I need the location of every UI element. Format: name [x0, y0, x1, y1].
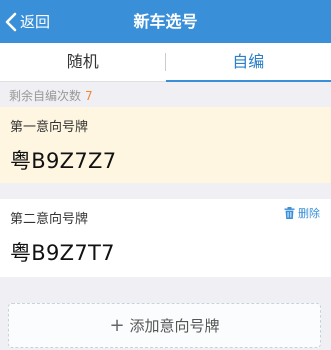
tab-bar: 随机 自编 [0, 43, 331, 82]
back-label: 返回 [20, 13, 51, 31]
tab-custom[interactable]: 自编 [165, 43, 331, 82]
remaining-info: 剩余自编次数 7 [9, 87, 93, 104]
remaining-label: 剩余自编次数 [9, 89, 82, 103]
choice-label-second: 第二意向号牌 [10, 212, 89, 227]
delete-button[interactable]: 删除 [284, 205, 320, 221]
choice-card-second[interactable]: 第二意向号牌 删除 粤B9Z7T7 [0, 199, 331, 277]
add-choice-button[interactable]: + 添加意向号牌 [8, 303, 321, 348]
choice-card-first[interactable]: 第一意向号牌 粤B9Z7Z7 [0, 107, 331, 183]
back-button[interactable]: 返回 [4, 0, 50, 43]
add-choice-label: 添加意向号牌 [129, 317, 220, 335]
plus-icon: + [109, 315, 125, 336]
delete-label: 删除 [298, 207, 320, 220]
trash-icon [284, 207, 298, 219]
nav-header: 返回 新车选号 [0, 0, 331, 43]
remaining-count: 7 [85, 89, 93, 103]
plate-number-first: 粤B9Z7Z7 [10, 149, 117, 173]
tab-divider [165, 53, 166, 71]
chevron-left-icon [4, 12, 18, 32]
plate-number-second: 粤B9Z7T7 [10, 241, 115, 265]
tab-random[interactable]: 随机 [0, 43, 166, 81]
choice-label-first: 第一意向号牌 [10, 120, 89, 135]
